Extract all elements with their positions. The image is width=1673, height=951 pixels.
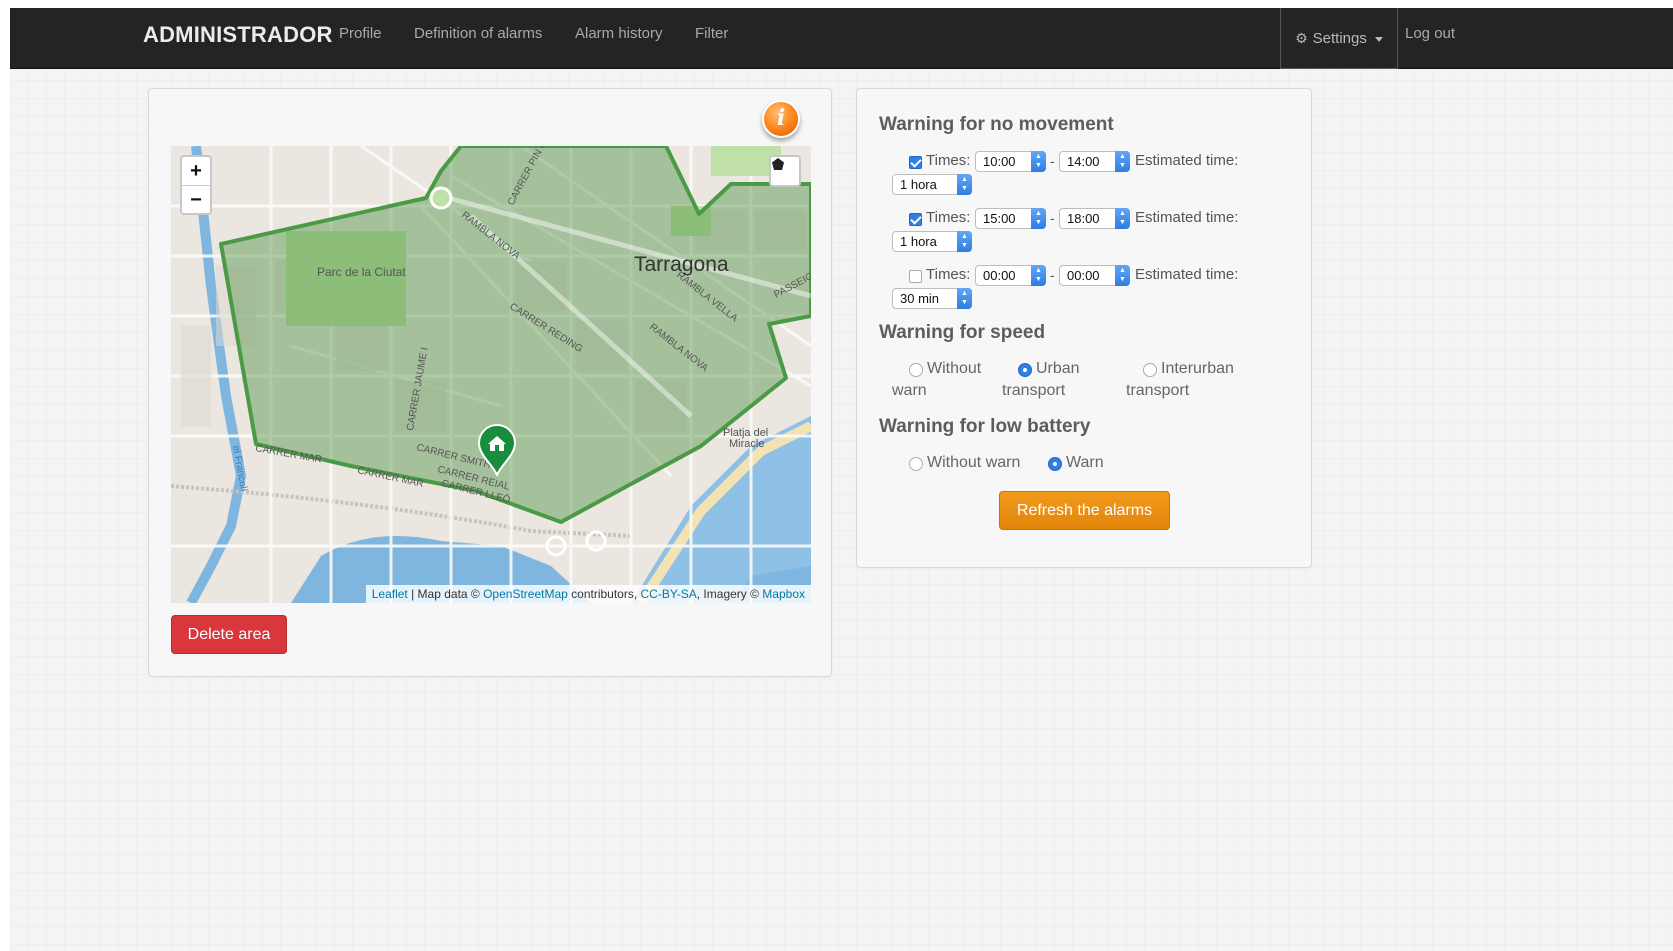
nav-definition-of-alarms[interactable]: Definition of alarms [414, 25, 542, 42]
home-marker[interactable] [477, 424, 517, 476]
mapbox-link[interactable]: Mapbox [762, 587, 805, 601]
duration-value: 30 min [900, 291, 940, 306]
logout-link[interactable]: Log out [1405, 25, 1455, 42]
time-separator: - [1050, 153, 1055, 169]
battery-without-warn-radio[interactable] [909, 457, 923, 471]
time-row-1-checkbox[interactable] [909, 156, 922, 169]
speed-without-warn-radio[interactable] [909, 363, 923, 377]
spinner-arrows-icon: ▲ ▼ [957, 174, 972, 195]
caret-down-icon [1374, 36, 1383, 42]
time-row-2-checkbox[interactable] [909, 213, 922, 226]
nav-profile[interactable]: Profile [339, 25, 382, 42]
duration-value: 1 hora [900, 234, 937, 249]
leaflet-link[interactable]: Leaflet [372, 587, 408, 601]
license-link[interactable]: CC-BY-SA [641, 587, 697, 601]
battery-title: Warning for low battery [879, 416, 1091, 437]
time-row-3-to[interactable]: 00:00 ▲ ▼ [1059, 265, 1130, 286]
gear-icon: ⚙ [1295, 29, 1308, 46]
brand-title[interactable]: ADMINISTRADOR [143, 22, 333, 48]
speed-option-label: transport [1126, 382, 1190, 399]
time-row-1-to[interactable]: 14:00 ▲ ▼ [1059, 151, 1130, 172]
app-window: ADMINISTRADOR Profile Definition of alar… [10, 8, 1673, 951]
duration-row-3-select[interactable]: 30 min ▲ ▼ [892, 288, 972, 309]
map-label-beach-2: Miracle [729, 438, 764, 450]
spinner-arrows-icon: ▲ ▼ [1115, 208, 1130, 229]
openstreetmap-link[interactable]: OpenStreetMap [483, 587, 568, 601]
speed-interurban-transport-radio[interactable] [1143, 363, 1157, 377]
map-tiles: Tarragona Parc de la Ciutat Platja del M… [171, 146, 811, 603]
draw-polygon-button[interactable] [769, 155, 801, 187]
map-label-park: Parc de la Ciutat [317, 265, 406, 279]
spinner-arrows-icon: ▲ ▼ [957, 288, 972, 309]
map-attribution: Leaflet | Map data © OpenStreetMap contr… [365, 585, 811, 603]
speed-option-label: Without [927, 360, 982, 377]
time-row-1-from[interactable]: 10:00 ▲ ▼ [975, 151, 1046, 172]
attribution-text: contributors, [567, 587, 641, 601]
estimated-time-label: Estimated time: [1135, 266, 1239, 283]
estimated-time-label: Estimated time: [1135, 209, 1239, 226]
top-navbar: ADMINISTRADOR Profile Definition of alar… [10, 8, 1673, 69]
spinner-arrows-icon: ▲ ▼ [957, 231, 972, 252]
spinner-arrows-icon: ▲ ▼ [1031, 265, 1046, 286]
speed-option-label: warn [892, 382, 927, 399]
time-row-2-to[interactable]: 18:00 ▲ ▼ [1059, 208, 1130, 229]
map-view[interactable]: Tarragona Parc de la Ciutat Platja del M… [171, 146, 811, 603]
alarms-panel: Warning for no movement Times: 10:00 ▲ ▼ -… [856, 88, 1312, 568]
spinner-arrows-icon: ▲ ▼ [1115, 151, 1130, 172]
times-label: Times: [926, 152, 971, 169]
duration-value: 1 hora [900, 177, 937, 192]
settings-label: Settings [1312, 29, 1367, 47]
spinner-arrows-icon: ▲ ▼ [1115, 265, 1130, 286]
no-movement-title: Warning for no movement [879, 114, 1114, 135]
times-label: Times: [926, 209, 971, 226]
nav-filter[interactable]: Filter [695, 25, 728, 42]
time-separator: - [1050, 210, 1055, 226]
nav-alarm-history[interactable]: Alarm history [575, 25, 663, 42]
settings-dropdown[interactable]: ⚙ Settings [1280, 8, 1398, 69]
time-separator: - [1050, 267, 1055, 283]
speed-title: Warning for speed [879, 322, 1046, 343]
time-row-2-from[interactable]: 15:00 ▲ ▼ [975, 208, 1046, 229]
spinner-arrows-icon: ▲ ▼ [1031, 208, 1046, 229]
duration-row-2-select[interactable]: 1 hora ▲ ▼ [892, 231, 972, 252]
time-value: 14:00 [1067, 154, 1100, 169]
speed-urban-transport-radio[interactable] [1018, 363, 1032, 377]
polygon-draw-icon [772, 158, 784, 170]
estimated-time-label: Estimated time: [1135, 152, 1239, 169]
time-value: 18:00 [1067, 211, 1100, 226]
zoom-in-button[interactable]: + [182, 157, 210, 185]
home-marker-icon [477, 424, 517, 476]
delete-area-button[interactable]: Delete area [171, 615, 287, 654]
speed-option-label: transport [1002, 382, 1066, 399]
time-row-3-from[interactable]: 00:00 ▲ ▼ [975, 265, 1046, 286]
time-value: 00:00 [1067, 268, 1100, 283]
speed-option-label: Interurban [1161, 360, 1234, 377]
attribution-text: | Map data © [407, 587, 484, 601]
refresh-alarms-button[interactable]: Refresh the alarms [999, 491, 1170, 530]
zoom-control: + − [180, 155, 212, 215]
time-row-3-checkbox[interactable] [909, 270, 922, 283]
times-label: Times: [926, 266, 971, 283]
battery-option-label: Warn [1066, 454, 1104, 471]
time-value: 00:00 [983, 268, 1016, 283]
map-panel: i Tarragona Parc de la Ciutat Platja del… [148, 88, 832, 677]
speed-option-label: Urban [1036, 360, 1080, 377]
time-value: 10:00 [983, 154, 1016, 169]
attribution-text: , Imagery © [696, 587, 763, 601]
battery-option-label: Without warn [927, 454, 1021, 471]
battery-warn-radio[interactable] [1048, 457, 1062, 471]
info-icon[interactable]: i [762, 100, 800, 138]
duration-row-1-select[interactable]: 1 hora ▲ ▼ [892, 174, 972, 195]
spinner-arrows-icon: ▲ ▼ [1031, 151, 1046, 172]
zoom-out-button[interactable]: − [182, 185, 210, 213]
time-value: 15:00 [983, 211, 1016, 226]
